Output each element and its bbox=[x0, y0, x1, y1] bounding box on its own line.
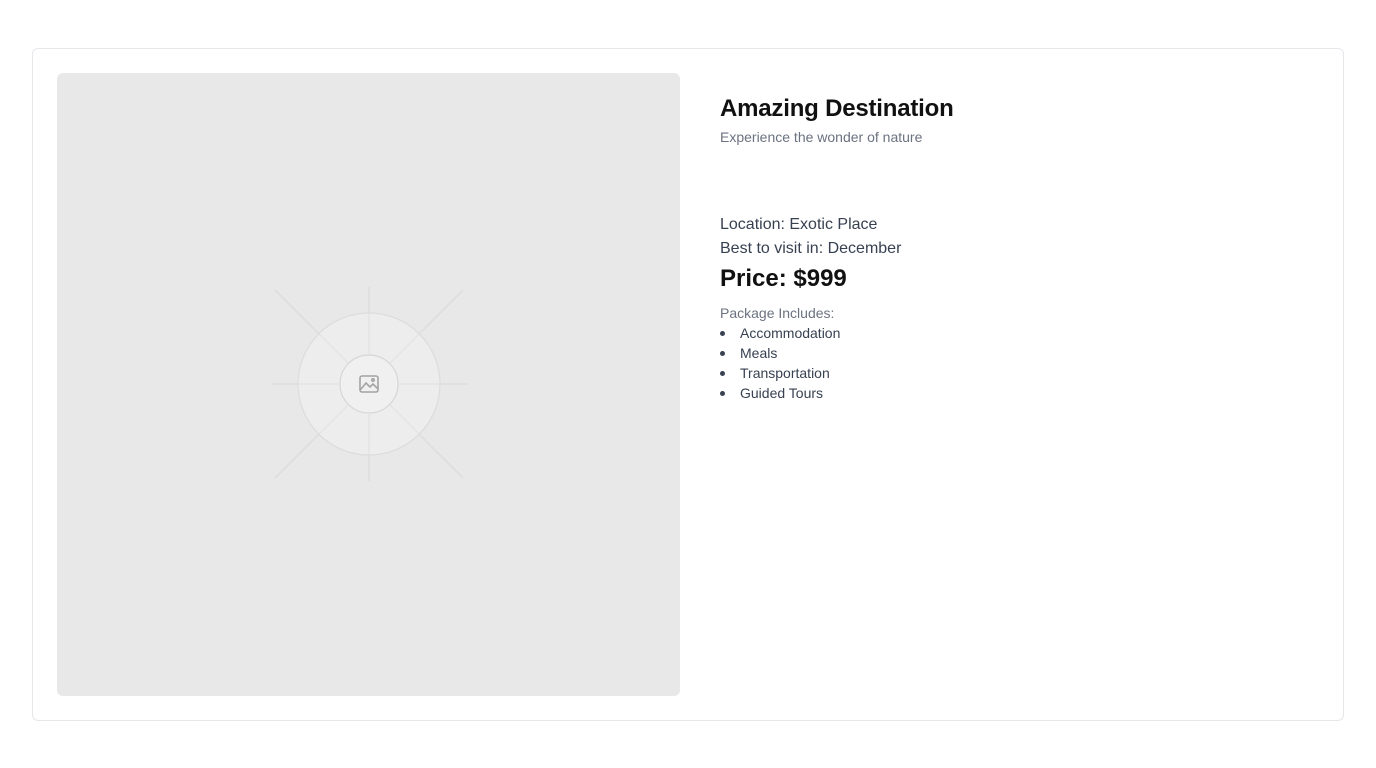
image-placeholder-graphic bbox=[271, 287, 467, 481]
package-item-label: Meals bbox=[740, 345, 778, 361]
package-item-label: Accommodation bbox=[740, 325, 841, 341]
package-includes-label: Package Includes: bbox=[720, 305, 835, 321]
destination-info: Location: Exotic Place Best to visit in:… bbox=[720, 213, 1300, 403]
list-item: Accommodation bbox=[720, 323, 1300, 343]
destination-title: Amazing Destination bbox=[720, 95, 954, 122]
bullet-icon bbox=[720, 391, 725, 396]
list-item: Transportation bbox=[720, 363, 1300, 383]
bullet-icon bbox=[720, 371, 725, 376]
bullet-icon bbox=[720, 331, 725, 336]
destination-details: Amazing Destination Experience the wonde… bbox=[720, 93, 1300, 403]
package-includes-list: Accommodation Meals Transportation Guide… bbox=[720, 323, 1300, 403]
bullet-icon bbox=[720, 351, 725, 356]
location-text: Location: Exotic Place bbox=[720, 216, 878, 233]
destination-card: Amazing Destination Experience the wonde… bbox=[32, 48, 1344, 721]
list-item: Guided Tours bbox=[720, 383, 1300, 403]
destination-subtitle: Experience the wonder of nature bbox=[720, 129, 923, 145]
package-item-label: Guided Tours bbox=[740, 385, 824, 401]
package-item-label: Transportation bbox=[740, 365, 830, 381]
best-visit-text: Best to visit in: December bbox=[720, 240, 902, 257]
list-item: Meals bbox=[720, 343, 1300, 363]
destination-image-placeholder bbox=[57, 73, 680, 696]
price-text: Price: $999 bbox=[720, 265, 847, 292]
